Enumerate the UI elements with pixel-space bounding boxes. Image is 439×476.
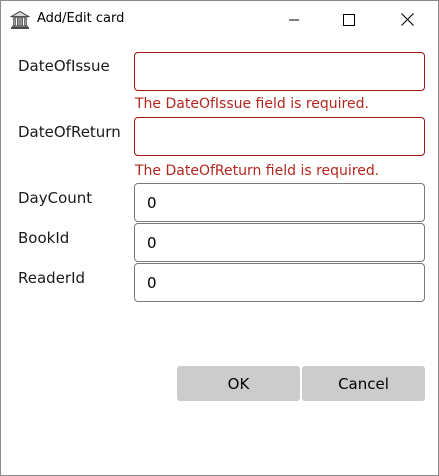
book-id-label: BookId	[18, 229, 70, 247]
date-of-return-error: The DateOfReturn field is required.	[135, 163, 380, 179]
maximize-icon	[343, 11, 355, 30]
window-title: Add/Edit card	[37, 11, 125, 26]
close-button[interactable]	[384, 1, 430, 39]
date-of-return-input[interactable]	[134, 117, 425, 156]
maximize-button[interactable]	[326, 1, 372, 39]
date-of-issue-label: DateOfIssue	[18, 57, 110, 75]
ok-button[interactable]: OK	[177, 366, 300, 401]
close-icon	[400, 11, 414, 30]
date-of-issue-error: The DateOfIssue field is required.	[135, 96, 369, 112]
bank-building-icon	[9, 10, 31, 30]
book-id-input[interactable]	[134, 223, 425, 262]
date-of-return-label: DateOfReturn	[18, 123, 121, 141]
title-bar[interactable]: Add/Edit card	[1, 1, 438, 39]
minimize-icon	[288, 11, 300, 30]
dialog-window: Add/Edit card DateOfIssue The DateOfIssu…	[0, 0, 439, 476]
minimize-button[interactable]	[271, 1, 317, 39]
day-count-label: DayCount	[18, 189, 93, 207]
day-count-input[interactable]	[134, 183, 425, 222]
reader-id-label: ReaderId	[18, 269, 86, 287]
date-of-issue-input[interactable]	[134, 52, 425, 91]
cancel-button[interactable]: Cancel	[302, 366, 425, 401]
reader-id-input[interactable]	[134, 263, 425, 302]
